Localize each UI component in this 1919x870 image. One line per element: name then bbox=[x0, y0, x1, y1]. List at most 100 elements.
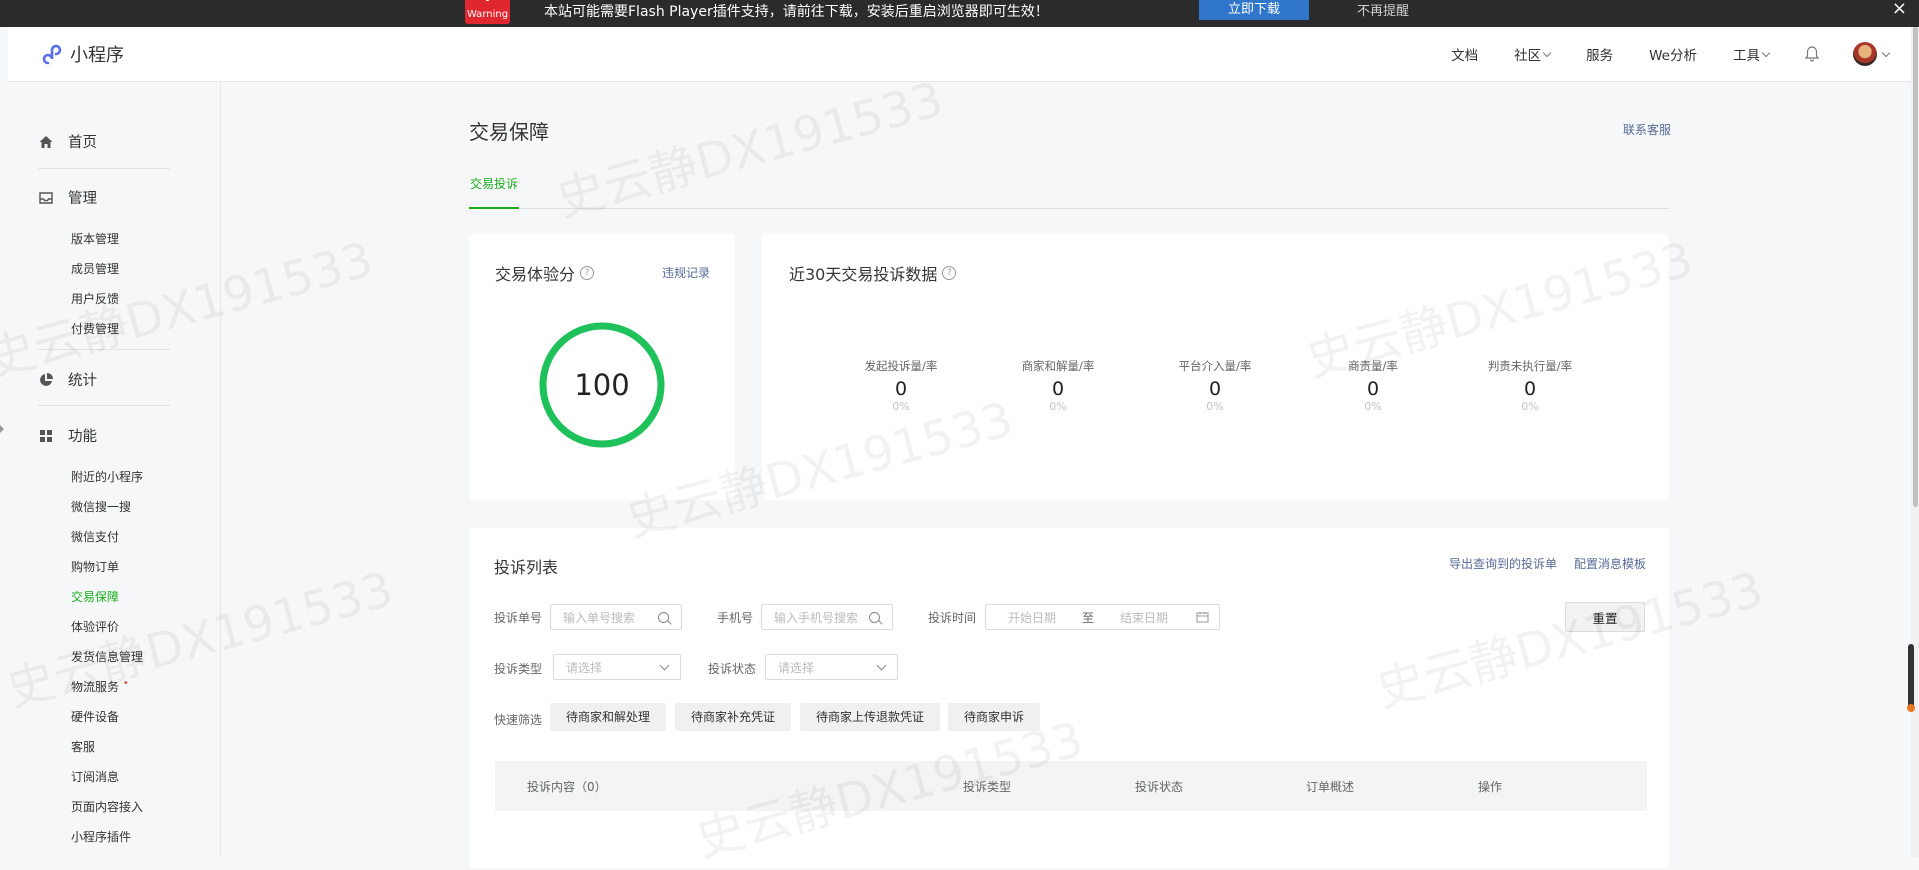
avatar bbox=[1853, 42, 1877, 66]
sidebar-divider bbox=[38, 405, 170, 406]
quick-filter-pending-settlement[interactable]: 待商家和解处理 bbox=[550, 703, 667, 731]
sidebar-item-search[interactable]: 微信搜一搜 bbox=[71, 498, 131, 515]
sidebar-item-wxpay[interactable]: 微信支付 bbox=[71, 528, 119, 545]
sidebar-item-customer-service[interactable]: 客服 bbox=[71, 738, 95, 755]
metric-merchant-responsibility: 商责量/率 0 0% bbox=[1348, 359, 1398, 413]
quick-filter-pending-evidence[interactable]: 待商家补充凭证 bbox=[675, 703, 792, 731]
sidebar: 首页 管理 版本管理 成员管理 用户反馈 付费管理 统计 功能 附近的小程序 微… bbox=[8, 82, 221, 857]
column-actions: 操作 bbox=[1478, 780, 1503, 794]
violation-record-link[interactable]: 违规记录 bbox=[662, 264, 710, 281]
sidebar-item-orders[interactable]: 购物订单 bbox=[71, 558, 119, 575]
export-complaints-link[interactable]: 导出查询到的投诉单 bbox=[1449, 555, 1557, 572]
user-menu[interactable] bbox=[1853, 42, 1891, 66]
sidebar-item-nearby[interactable]: 附近的小程序 bbox=[71, 468, 143, 485]
brand-name: 小程序 bbox=[70, 45, 124, 66]
quick-filter-label: 快速筛选 bbox=[494, 713, 543, 727]
column-type: 投诉类型 bbox=[963, 780, 1012, 794]
column-order-summary: 订单概述 bbox=[1306, 780, 1355, 794]
grid-icon bbox=[40, 429, 52, 442]
complaint-list-card: 投诉列表 导出查询到的投诉单 配置消息模板 bbox=[469, 528, 1669, 868]
sidebar-item-experience[interactable]: 体验评价 bbox=[71, 618, 119, 635]
sidebar-item-feedback[interactable]: 用户反馈 bbox=[71, 290, 119, 307]
sidebar-item-home[interactable]: 首页 bbox=[38, 131, 97, 152]
nav-services[interactable]: 服务 bbox=[1586, 44, 1613, 64]
contact-support-link[interactable]: 联系客服 bbox=[1623, 121, 1671, 138]
chevron-down-icon bbox=[659, 660, 670, 670]
score-card-title: 交易体验分 bbox=[495, 265, 576, 284]
reset-button[interactable]: 重置 bbox=[1565, 602, 1645, 632]
sidebar-item-billing[interactable]: 付费管理 bbox=[71, 320, 119, 337]
brand-logo[interactable]: 小程序 bbox=[40, 41, 124, 67]
start-date-input[interactable]: 开始日期 bbox=[1008, 609, 1056, 626]
complaint-list-title: 投诉列表 bbox=[494, 558, 559, 577]
scrollbar-thumb[interactable] bbox=[1913, 27, 1918, 507]
tab-trade-complaints[interactable]: 交易投诉 bbox=[469, 174, 520, 209]
phone-input[interactable]: 输入手机号搜索 bbox=[761, 604, 893, 630]
sidebar-divider bbox=[38, 349, 170, 350]
top-navigation: 小程序 文档 社区 服务 We分析 工具 bbox=[8, 27, 1919, 82]
sidebar-divider bbox=[38, 168, 170, 169]
home-icon bbox=[39, 135, 53, 148]
page-title: 交易保障 bbox=[469, 120, 549, 144]
complaint-status-label: 投诉状态 bbox=[708, 662, 757, 676]
end-date-input[interactable]: 结束日期 bbox=[1120, 609, 1168, 626]
metric-unexecuted-judgments: 判责未执行量/率 0 0% bbox=[1487, 359, 1573, 413]
sidebar-item-hardware[interactable]: 硬件设备 bbox=[71, 708, 119, 725]
complaint-time-label: 投诉时间 bbox=[928, 611, 977, 625]
nav-we-analytics[interactable]: We分析 bbox=[1649, 44, 1697, 64]
column-status: 投诉状态 bbox=[1135, 780, 1184, 794]
nav-links: 文档 社区 服务 We分析 工具 bbox=[1415, 27, 1891, 81]
sidebar-item-logistics[interactable]: 物流服务 • bbox=[71, 678, 129, 695]
sidebar-item-version[interactable]: 版本管理 bbox=[71, 230, 119, 247]
calendar-icon[interactable] bbox=[1196, 611, 1209, 623]
help-icon[interactable]: ? bbox=[580, 266, 595, 280]
complaint-type-select[interactable]: 请选择 bbox=[553, 654, 681, 680]
notification-bell[interactable] bbox=[1805, 46, 1819, 62]
complaint-no-label: 投诉单号 bbox=[494, 611, 543, 625]
miniprogram-logo-icon bbox=[42, 44, 62, 65]
column-content: 投诉内容（0） bbox=[527, 780, 607, 794]
quick-filter-pending-appeal[interactable]: 待商家申诉 bbox=[948, 703, 1041, 731]
nav-community[interactable]: 社区 bbox=[1514, 44, 1552, 64]
tab-bar: 交易投诉 bbox=[469, 174, 1669, 209]
sidebar-item-shipping-info[interactable]: 发货信息管理 bbox=[71, 648, 143, 665]
bell-icon bbox=[1805, 46, 1819, 62]
chevron-down-icon bbox=[876, 660, 887, 670]
sidebar-item-features[interactable]: 功能 bbox=[38, 425, 97, 446]
quick-filter-pending-refund-proof[interactable]: 待商家上传退款凭证 bbox=[800, 703, 941, 731]
pie-chart-icon bbox=[40, 372, 53, 386]
date-range-picker[interactable]: 开始日期 至 结束日期 bbox=[985, 604, 1220, 630]
nav-tools[interactable]: 工具 bbox=[1733, 44, 1771, 64]
search-icon[interactable] bbox=[658, 611, 669, 623]
configure-template-link[interactable]: 配置消息模板 bbox=[1574, 555, 1646, 572]
complaint-no-input[interactable]: 输入单号搜索 bbox=[550, 604, 682, 630]
close-icon[interactable]: × bbox=[1892, 0, 1907, 19]
help-icon[interactable]: ? bbox=[942, 266, 957, 280]
sidebar-item-subscribe-msg[interactable]: 订阅消息 bbox=[71, 768, 119, 785]
floating-tool-widget[interactable] bbox=[1907, 644, 1915, 712]
phone-label: 手机号 bbox=[717, 611, 754, 625]
sidebar-item-plugins[interactable]: 小程序插件 bbox=[71, 828, 131, 845]
date-range-separator: 至 bbox=[1082, 610, 1095, 625]
nav-docs[interactable]: 文档 bbox=[1451, 44, 1478, 64]
search-icon[interactable] bbox=[869, 611, 880, 623]
chevron-down-icon bbox=[1542, 48, 1552, 57]
sidebar-item-manage[interactable]: 管理 bbox=[38, 187, 97, 208]
stats-card: 近30天交易投诉数据 ? 发起投诉量/率 0 0% 商家和解量/率 0 0% 平… bbox=[762, 234, 1669, 500]
sidebar-item-trade-guarantee[interactable]: 交易保障 bbox=[71, 588, 119, 605]
complaint-table-header: 投诉内容（0） 投诉类型 投诉状态 订单概述 操作 bbox=[495, 761, 1647, 811]
complaint-status-select[interactable]: 请选择 bbox=[765, 654, 898, 680]
sidebar-collapse-arrow-icon[interactable] bbox=[0, 425, 4, 433]
download-button[interactable]: 立即下载 bbox=[1199, 0, 1309, 20]
metric-merchant-settled: 商家和解量/率 0 0% bbox=[1021, 359, 1095, 413]
warning-icon: Warning bbox=[465, 0, 510, 24]
inbox-icon bbox=[39, 191, 53, 204]
flash-message: 本站可能需要Flash Player插件支持，请前往下载，安装后重启浏览器即可生… bbox=[544, 4, 1049, 20]
metric-complaints-initiated: 发起投诉量/率 0 0% bbox=[864, 359, 938, 413]
sidebar-item-members[interactable]: 成员管理 bbox=[71, 260, 119, 277]
chevron-down-icon bbox=[1881, 48, 1891, 57]
sidebar-item-content-access[interactable]: 页面内容接入 bbox=[71, 798, 143, 815]
sidebar-item-stats[interactable]: 统计 bbox=[38, 369, 97, 390]
dismiss-link[interactable]: 不再提醒 bbox=[1357, 0, 1409, 19]
new-badge-dot: • bbox=[122, 678, 129, 689]
